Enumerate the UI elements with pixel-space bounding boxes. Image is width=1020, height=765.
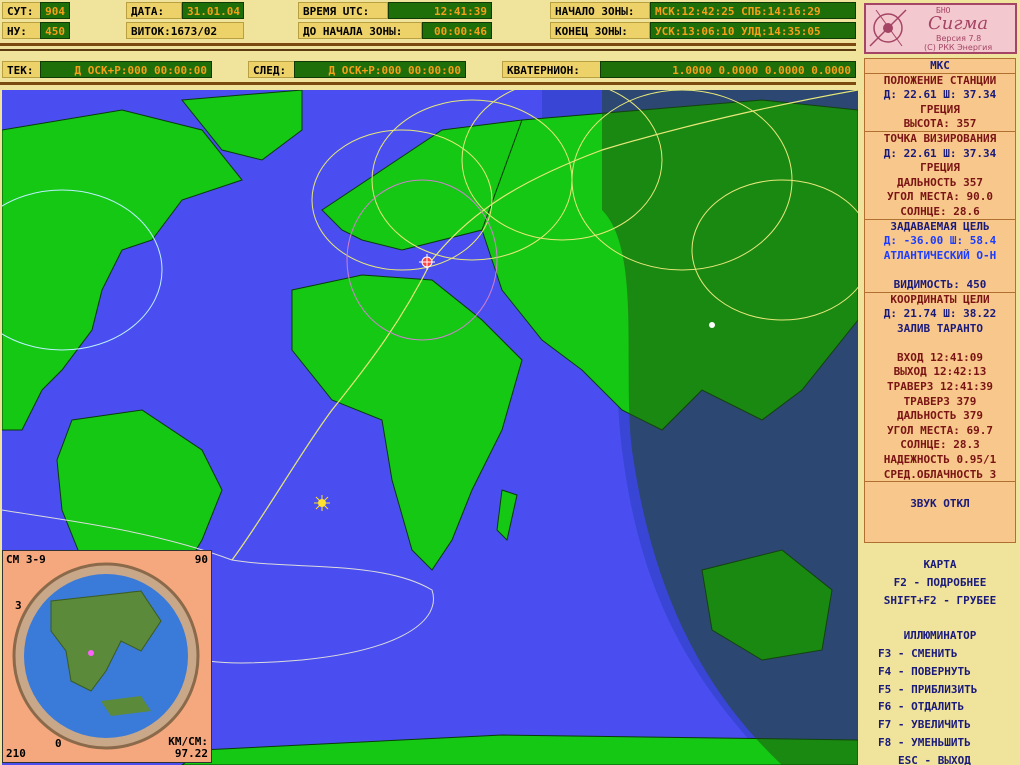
pass-elevation: УГОЛ МЕСТА: 69.7 — [887, 423, 993, 437]
quaternion-value: 1.0000 0.0000 0.0000 0.0000 — [600, 61, 856, 78]
tcoord-coords: Д: 21.74 Ш: 38.22 — [883, 307, 997, 321]
header-value: 31.01.04 — [182, 2, 244, 19]
logo-name: Сигма — [928, 13, 989, 34]
tek-value: Д ОСК+Р:000 00:00:00 — [40, 61, 212, 78]
aim-label: ТОЧКА ВИЗИРОВАНИЯ — [883, 131, 997, 145]
header-separator — [0, 43, 856, 46]
header-row-3: ТЕК: Д ОСК+Р:000 00:00:00 СЛЕД: Д ОСК+Р:… — [2, 61, 858, 78]
header-label: КОНЕЦ ЗОНЫ: — [550, 22, 650, 39]
header-row-2: НУ: 450 ВИТОК:1673/02 ДО НАЧАЛА ЗОНЫ: 00… — [2, 22, 858, 39]
target-marker — [709, 322, 715, 328]
night-overlay — [602, 90, 858, 765]
illuminator-inset[interactable]: СМ 3-9 90 3 0 210 КМ/СМ: 97.22 — [2, 550, 212, 763]
aim-coords: Д: 22.61 Ш: 37.34 — [883, 146, 997, 160]
station-label: ПОЛОЖЕНИЕ СТАНЦИИ — [883, 73, 997, 87]
help-item: F3 - СМЕНИТЬ — [878, 646, 958, 660]
header-value: 00:00:46 — [422, 22, 492, 39]
sled-label: СЛЕД: — [248, 61, 298, 78]
header-label-text: ВИТОК: — [131, 25, 171, 38]
help-item: F5 - ПРИБЛИЗИТЬ — [878, 682, 978, 696]
pass-reliability: НАДЕЖНОСТЬ 0.95/1 — [883, 453, 997, 467]
help-item: F8 - УМЕНЬШИТЬ — [878, 735, 971, 749]
aim-sun: СОЛНЦЕ: 28.6 — [865, 205, 1015, 220]
header-label: ДО НАЧАЛА ЗОНЫ: — [298, 22, 422, 39]
info-panel: МКС ПОЛОЖЕНИЕ СТАНЦИИ Д: 22.61 Ш: 37.34 … — [864, 58, 1016, 543]
header-label: ВИТОК:1673/02 — [126, 22, 244, 39]
pass-sun: СОЛНЦЕ: 28.3 — [900, 438, 980, 452]
tek-label: ТЕК: — [2, 61, 42, 78]
header-value: МСК:12:42:25 СПБ:14:16:29 — [650, 2, 856, 19]
header-value: УСК:13:06:10 УЛД:14:35:05 — [650, 22, 856, 39]
satellite-icon — [869, 9, 907, 47]
illuminator-view — [12, 562, 200, 750]
inset-left-tick: 3 — [15, 599, 22, 612]
header-separator — [0, 82, 856, 85]
north-america — [2, 109, 243, 431]
header-label: НАЧАЛО ЗОНЫ: — [550, 2, 650, 19]
help-item: F2 - ПОДРОБНЕЕ — [893, 575, 987, 589]
target-region: АТЛАНТИЧЕСКИЙ О-Н — [883, 248, 997, 262]
station-region: ГРЕЦИЯ — [920, 102, 960, 116]
quaternion-label: КВАТЕРНИОН: — [502, 61, 602, 78]
header-label: ДАТА: — [126, 2, 182, 19]
station-altitude: ВЫСОТА: 357 — [865, 117, 1015, 132]
aim-region: ГРЕЦИЯ — [920, 161, 960, 175]
header-value: 904 — [40, 2, 70, 19]
pass-clouds: СРЕД.ОБЛАЧНОСТЬ 3 — [865, 468, 1015, 483]
antarctica — [181, 734, 858, 765]
logo-version: Версия 7.8 — [936, 34, 982, 43]
logo-copyright: (С) РКК Энергия — [924, 43, 993, 52]
pass-range: ДАЛЬНОСТЬ 379 — [896, 409, 984, 423]
help-item: F4 - ПОВЕРНУТЬ — [878, 664, 971, 678]
africa — [291, 274, 523, 571]
header-value: 12:41:39 — [388, 2, 492, 19]
pass-traverse-time: ТРАВЕРЗ 12:41:39 — [887, 380, 993, 394]
keyboard-help: КАРТА F2 - ПОДРОБНЕЕ SHIFT+F2 - ГРУБЕЕ И… — [864, 556, 1016, 765]
sigma-app-window: СУТ: 904 ДАТА: 31.01.04 ВРЕМЯ UTC: 12:41… — [0, 0, 1020, 765]
station-coords: Д: 22.61 Ш: 37.34 — [883, 88, 997, 102]
sound-toggle[interactable]: ЗВУК ОТКЛ — [865, 497, 1015, 512]
header-row-1: СУТ: 904 ДАТА: 31.01.04 ВРЕМЯ UTC: 12:41… — [2, 2, 858, 19]
help-item: F6 - ОТДАЛИТЬ — [878, 700, 965, 714]
aim-range: ДАЛЬНОСТЬ 357 — [896, 175, 984, 189]
inset-bottom-tick: 0 — [55, 737, 62, 750]
header-label: ВРЕМЯ UTC: — [298, 2, 388, 19]
pass-entry: ВХОД 12:41:09 — [896, 350, 984, 364]
pass-exit: ВЫХОД 12:42:13 — [893, 365, 987, 379]
visibility-value: ВИДИМОСТЬ: 450 — [865, 278, 1015, 293]
header-label: СУТ: — [2, 2, 42, 19]
sled-value: Д ОСК+Р:000 00:00:00 — [294, 61, 466, 78]
help-item: SHIFT+F2 - ГРУБЕЕ — [883, 593, 997, 607]
help-item: F7 - УВЕЛИЧИТЬ — [878, 718, 971, 732]
header-separator — [0, 49, 856, 51]
madagascar — [496, 489, 518, 541]
object-title: МКС — [865, 59, 1015, 74]
inset-bottom-left: 210 — [6, 747, 26, 760]
help-item: КАРТА — [923, 558, 957, 571]
sun-icon — [314, 495, 330, 511]
aim-elevation: УГОЛ МЕСТА: 90.0 — [887, 190, 993, 204]
header-value: 450 — [40, 22, 70, 39]
sigma-logo: БНО Сигма Версия 7.8 (С) РКК Энергия — [864, 3, 1017, 54]
header-label: НУ: — [2, 22, 42, 39]
help-item: ESC - ВЫХОД — [898, 753, 971, 765]
tcoord-region: ЗАЛИВ ТАРАНТО — [896, 321, 984, 335]
help-item: ИЛЛЮМИНАТОР — [903, 629, 977, 643]
target-label: ЗАДАВАЕМАЯ ЦЕЛЬ — [890, 219, 990, 233]
pass-traverse: ТРАВЕРЗ 379 — [903, 394, 977, 408]
tcoord-label: КООРДИНАТЫ ЦЕЛИ — [890, 292, 990, 306]
inset-scale-value: 97.22 — [174, 747, 208, 760]
header-value-text: 1673/02 — [170, 25, 218, 38]
target-coords: Д: -36.00 Ш: 58.4 — [883, 234, 997, 248]
